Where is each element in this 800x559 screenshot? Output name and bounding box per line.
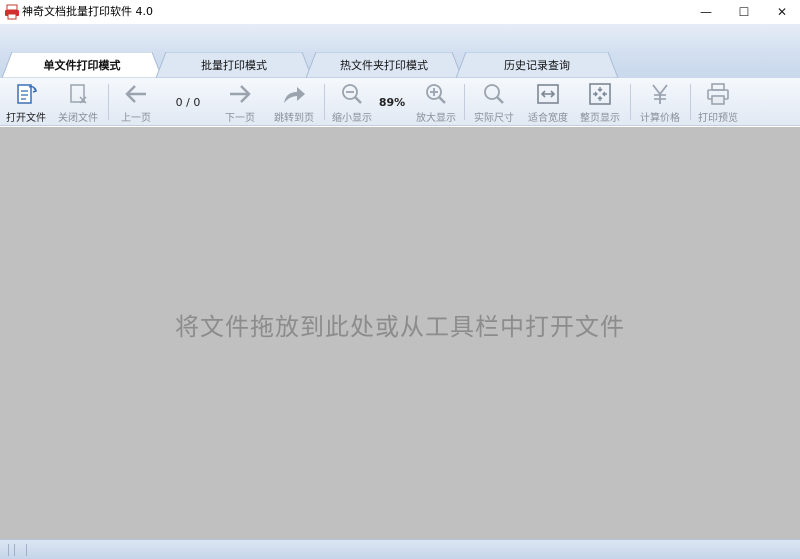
window-title: 神奇文档批量打印软件 4.0	[22, 5, 153, 18]
next-page-label: 下一页	[225, 113, 255, 124]
maximize-button[interactable]: ☐	[726, 0, 762, 24]
toolbar-separator	[324, 84, 325, 120]
next-page-button[interactable]: 下一页	[218, 82, 262, 124]
zoom-out-button[interactable]: 缩小显示	[330, 82, 374, 124]
zoom-in-button[interactable]: 放大显示	[414, 82, 458, 124]
calc-price-label: 计算价格	[640, 113, 680, 124]
printer-app-icon	[5, 4, 19, 20]
tab-label: 单文件打印模式	[43, 59, 121, 72]
prev-page-label: 上一页	[121, 113, 151, 124]
print-preview-button[interactable]: 打印预览	[694, 82, 742, 124]
fit-width-icon	[535, 82, 561, 106]
status-divider	[8, 544, 9, 556]
fit-width-button[interactable]: 适合宽度	[524, 82, 572, 124]
printer-icon	[705, 82, 731, 106]
open-file-button[interactable]: 打开文件	[4, 82, 48, 124]
close-file-button[interactable]: 关闭文件	[56, 82, 100, 124]
status-bar	[0, 539, 800, 559]
tab-label: 批量打印模式	[201, 59, 267, 72]
tab-batch[interactable]: 批量打印模式	[156, 52, 312, 78]
mode-tabs: 单文件打印模式 批量打印模式 热文件夹打印模式 历史记录查询	[0, 50, 800, 78]
zoom-out-label: 缩小显示	[332, 113, 372, 124]
arrow-left-icon	[123, 82, 149, 106]
yen-icon	[647, 82, 673, 106]
title-bar: 神奇文档批量打印软件 4.0 — ☐ ✕	[0, 0, 800, 24]
zoom-in-icon	[423, 82, 449, 106]
goto-page-button[interactable]: 跳转到页	[270, 82, 318, 124]
tab-hot-folder[interactable]: 热文件夹打印模式	[306, 52, 462, 78]
toolbar-separator	[464, 84, 465, 120]
drop-hint: 将文件拖放到此处或从工具栏中打开文件	[175, 313, 625, 341]
tab-history[interactable]: 历史记录查询	[456, 52, 618, 78]
magnifier-icon	[481, 82, 507, 106]
fit-page-button[interactable]: 整页显示	[576, 82, 624, 124]
open-file-label: 打开文件	[6, 113, 46, 124]
fit-page-label: 整页显示	[580, 113, 620, 124]
toolbar-separator	[108, 84, 109, 120]
open-file-icon	[13, 82, 39, 106]
fit-width-label: 适合宽度	[528, 113, 568, 124]
header-band	[0, 24, 800, 50]
zoom-out-icon	[339, 82, 365, 106]
maximize-icon: ☐	[738, 5, 750, 19]
zoom-level: 89%	[378, 96, 406, 109]
prev-page-button[interactable]: 上一页	[114, 82, 158, 124]
status-divider	[26, 544, 27, 556]
close-icon: ✕	[776, 5, 788, 19]
goto-page-label: 跳转到页	[274, 113, 314, 124]
tab-single-file[interactable]: 单文件打印模式	[2, 52, 162, 78]
minimize-icon: —	[700, 5, 712, 19]
print-preview-label: 打印预览	[698, 113, 738, 124]
page-indicator: 0 / 0	[175, 96, 201, 109]
zoom-in-label: 放大显示	[416, 113, 456, 124]
close-file-label: 关闭文件	[58, 113, 98, 124]
status-divider	[14, 544, 15, 556]
close-button[interactable]: ✕	[764, 0, 800, 24]
document-drop-area[interactable]: 将文件拖放到此处或从工具栏中打开文件	[0, 127, 800, 539]
calc-price-button[interactable]: 计算价格	[636, 82, 684, 124]
arrow-right-icon	[227, 82, 253, 106]
tab-label: 热文件夹打印模式	[340, 59, 428, 72]
toolbar-separator	[690, 84, 691, 120]
actual-size-button[interactable]: 实际尺寸	[470, 82, 518, 124]
fit-page-icon	[587, 82, 613, 106]
close-file-icon	[65, 82, 91, 106]
minimize-button[interactable]: —	[688, 0, 724, 24]
redirect-arrow-icon	[281, 82, 307, 106]
toolbar-separator	[630, 84, 631, 120]
actual-size-label: 实际尺寸	[474, 113, 514, 124]
tab-label: 历史记录查询	[504, 59, 570, 72]
